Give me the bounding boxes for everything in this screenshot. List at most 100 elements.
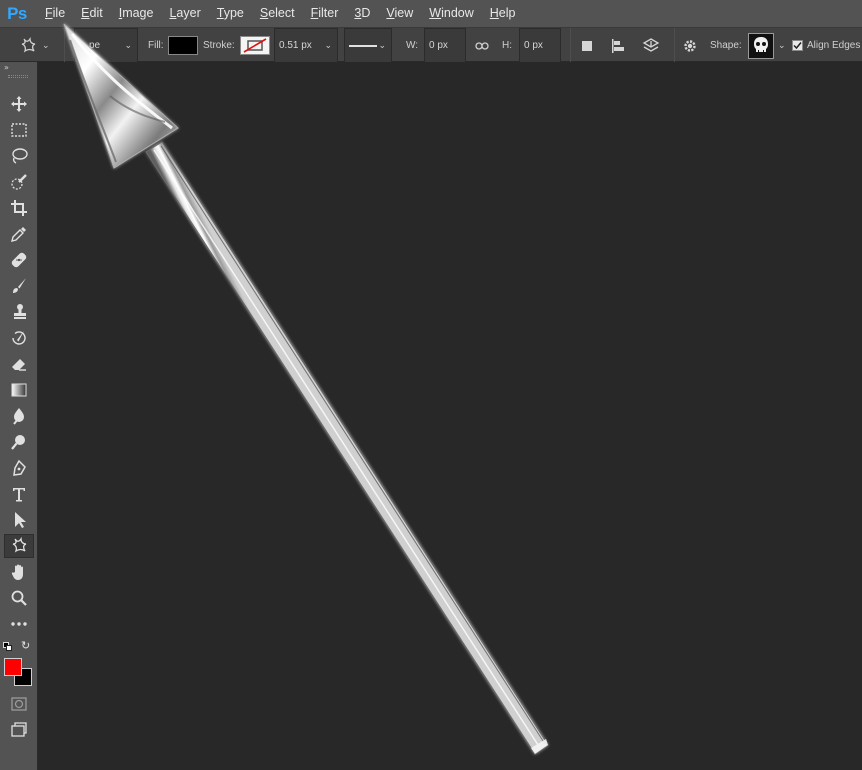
custom-shape-icon [12,537,27,553]
chevron-down-icon: ⌄ [124,40,132,50]
menu-items: File Edit Image Layer Type Select Filter 3D View… [37,0,523,27]
menu-mnemonic: S [259,6,269,20]
history-brush-tool[interactable] [4,326,34,350]
mode-dropdown[interactable]: pe ⌄ [74,28,138,63]
brush-icon [13,278,26,293]
width-field[interactable]: 0 px [424,28,466,63]
zoom-tool[interactable] [4,586,34,610]
gradient-tool[interactable] [4,378,34,402]
menu-mnemonic: T [216,6,224,20]
blur-tool[interactable] [4,404,34,428]
photoshop-logo: Ps [7,3,27,23]
healing-tool[interactable] [4,248,34,272]
pen-tool[interactable] [4,456,34,480]
path-select-tool[interactable] [4,508,34,532]
menu-edit[interactable]: Edit [73,0,111,27]
hand-icon [11,564,23,580]
more-tools[interactable] [4,612,34,636]
menu-bar: Ps File Edit Image Layer Type Select Filter 3D V… [0,0,862,27]
dodge-icon [11,435,25,450]
align-edges-checkbox[interactable]: Align Edges [792,28,862,63]
menu-file[interactable]: File [37,0,73,27]
default-colors-icon[interactable] [3,642,13,652]
menu-filter[interactable]: Filter [303,0,347,27]
menu-image[interactable]: Image [111,0,162,27]
quick-mask-icon [11,697,27,711]
chevron-down-icon: ⌄ [378,40,386,50]
panel-grip[interactable] [8,75,28,78]
fill-label: Fill: [148,40,164,51]
link-icon[interactable] [475,28,491,63]
eyedropper-icon [11,227,26,242]
menu-mnemonic: W [429,6,442,20]
crop-tool[interactable] [4,196,34,220]
stroke-width-field[interactable]: 0.51 px ⌄ [274,28,338,63]
menu-help[interactable]: Help [482,0,524,27]
shape-label: Shape: [710,40,742,51]
clone-stamp-tool[interactable] [4,300,34,324]
menu-mnemonic: F [45,6,53,20]
path-arrangement-icon[interactable] [642,28,666,63]
width-label: W: [406,40,419,51]
tool-preset-picker[interactable]: ⌄ [18,28,58,63]
dodge-tool[interactable] [4,430,34,454]
more-icon [11,622,27,626]
menu-window[interactable]: Window [421,0,481,27]
menu-type[interactable]: Type [209,0,252,27]
custom-shape-icon [21,36,36,53]
path-operations-icon[interactable] [580,28,600,63]
lasso-tool[interactable] [4,144,34,168]
chevron-down-icon[interactable]: ⌄ [778,28,788,63]
gradient-icon [11,383,27,397]
marquee-tool[interactable] [4,118,34,142]
foreground-color-swatch[interactable] [4,658,22,676]
menu-layer[interactable]: Layer [161,0,208,27]
quick-select-icon [11,174,27,190]
path-select-icon [15,512,26,528]
document-canvas[interactable] [39,62,862,770]
divider [64,28,65,63]
stroke-type-dropdown[interactable]: ⌄ [344,28,392,63]
fill-swatch[interactable] [168,28,198,63]
screen-mode-button[interactable] [4,718,34,742]
quick-select-tool[interactable] [4,170,34,194]
swap-colors-icon[interactable]: ↻ [21,639,30,652]
marquee-icon [11,123,27,137]
shape-picker[interactable] [748,28,776,63]
quick-mask-button[interactable] [4,692,34,716]
menu-view[interactable]: View [378,0,421,27]
menu-label: ile [52,6,66,20]
menu-select[interactable]: Select [252,0,303,27]
menu-3d[interactable]: 3D [346,0,378,27]
menu-mnemonic: V [386,6,395,20]
move-icon [11,96,27,112]
eyedropper-tool[interactable] [4,222,34,246]
divider [570,28,571,63]
move-tool[interactable] [4,92,34,116]
mode-value: pe [89,40,101,51]
chevron-down-icon: ⌄ [324,40,332,50]
menu-label: mage [122,6,154,20]
pen-icon [13,459,26,476]
hand-tool[interactable] [4,560,34,584]
crop-icon [11,200,27,216]
custom-shape-tool[interactable] [4,534,34,558]
blur-icon [13,408,24,425]
brush-tool[interactable] [4,274,34,298]
gear-icon[interactable] [682,28,702,63]
panel-collapse-icon[interactable]: » [4,63,9,72]
menu-label: elp [498,6,516,20]
history-brush-icon [12,331,26,345]
stroke-swatch[interactable] [240,28,270,63]
menu-mnemonic: E [81,6,90,20]
eraser-tool[interactable] [4,352,34,376]
menu-label: iew [394,6,414,20]
type-tool[interactable] [4,482,34,506]
height-label: H: [502,40,512,51]
height-field[interactable]: 0 px [519,28,561,63]
tools-panel: » ↻ [0,62,38,770]
menu-label: D [361,6,371,20]
menu-label: dit [89,6,103,20]
path-alignment-icon[interactable] [610,28,630,63]
menu-label: ilter [318,6,339,20]
